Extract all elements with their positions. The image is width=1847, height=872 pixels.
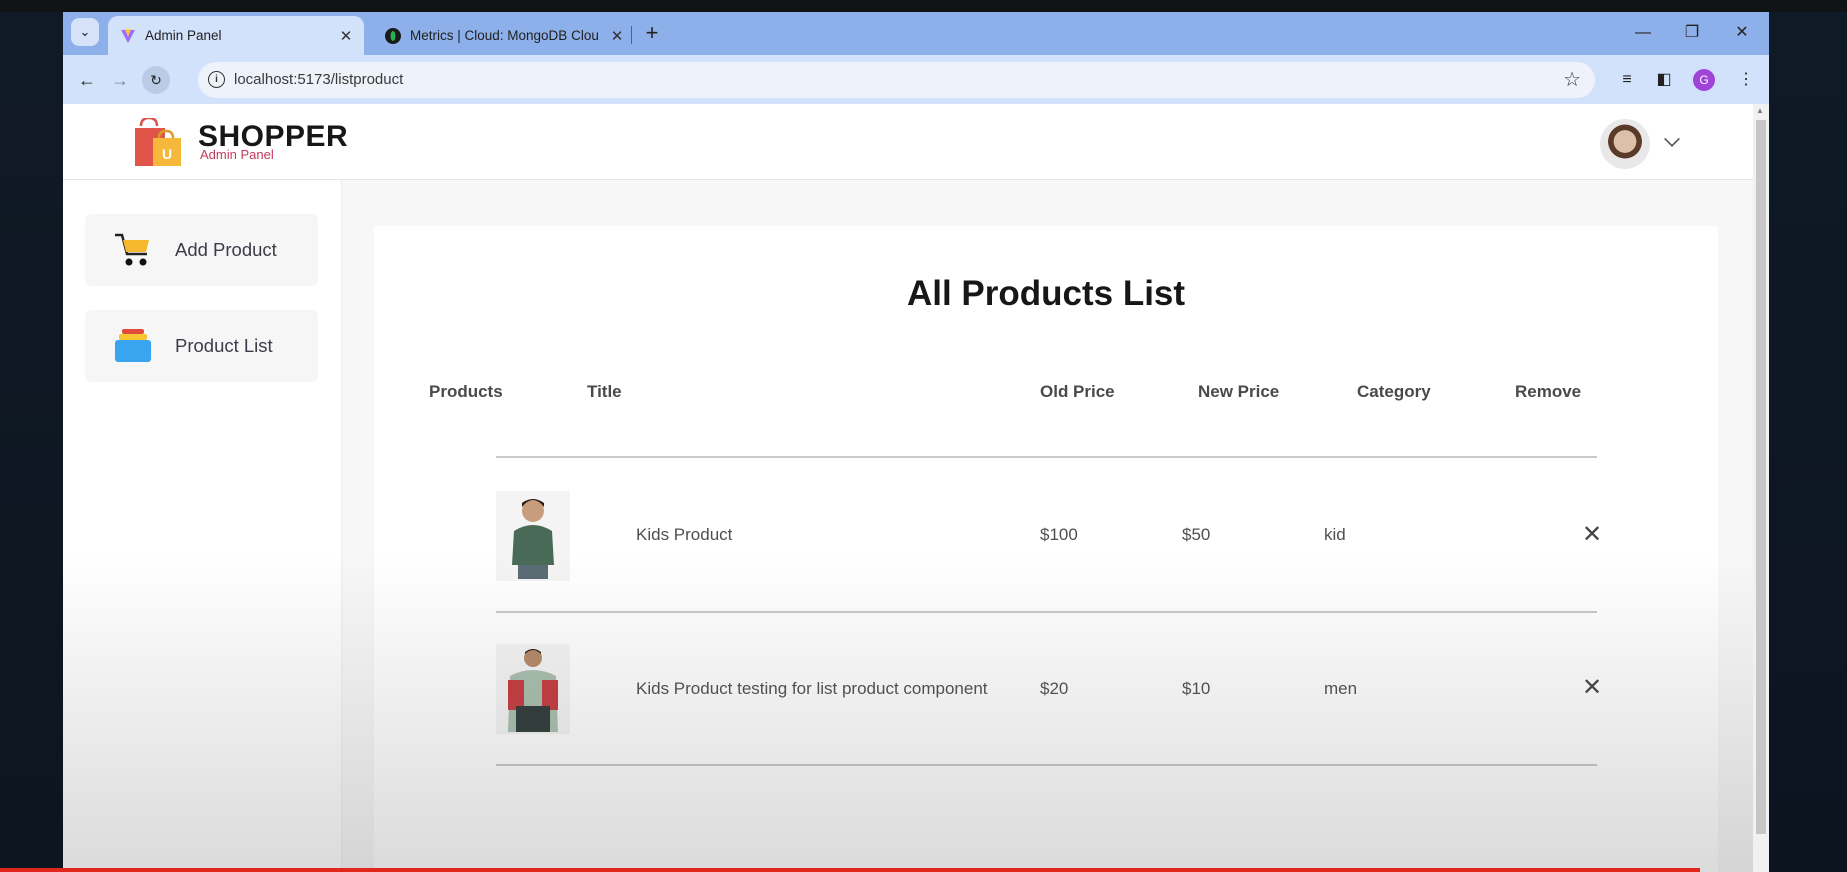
sidebar-item-product-list[interactable]: Product List bbox=[85, 310, 318, 382]
minimize-icon[interactable]: — bbox=[1623, 20, 1663, 46]
video-progress-bar[interactable] bbox=[0, 868, 1700, 872]
sidebar-item-add-product[interactable]: Add Product bbox=[85, 214, 318, 286]
remove-product-icon[interactable]: ✕ bbox=[1582, 520, 1602, 549]
tab-search-button[interactable]: ⌄ bbox=[71, 18, 99, 46]
page-title: All Products List bbox=[906, 274, 1186, 313]
product-title: Kids Product testing for list product co… bbox=[636, 679, 988, 698]
column-header-products: Products bbox=[429, 382, 503, 401]
right-backdrop bbox=[1769, 12, 1847, 872]
mongodb-leaf-icon bbox=[385, 27, 401, 44]
address-bar[interactable]: i localhost:5173/listproduct ☆ bbox=[198, 62, 1595, 98]
cart-icon bbox=[113, 230, 153, 270]
back-icon[interactable]: ← bbox=[73, 66, 101, 94]
close-tab-icon[interactable]: ✕ bbox=[336, 27, 356, 45]
product-stack-icon bbox=[113, 326, 153, 366]
svg-text:U: U bbox=[162, 146, 172, 162]
column-header-old-price: Old Price bbox=[1040, 382, 1115, 401]
vite-favicon-icon bbox=[120, 28, 136, 44]
brand-subtitle: Admin Panel bbox=[200, 147, 274, 162]
column-header-title: Title bbox=[587, 382, 622, 401]
admin-navbar: U SHOPPER Admin Panel bbox=[63, 104, 1753, 180]
restore-icon[interactable]: ❐ bbox=[1672, 20, 1712, 46]
close-tab-icon[interactable]: ✕ bbox=[607, 27, 627, 45]
new-tab-icon[interactable]: + bbox=[639, 21, 665, 47]
new-price: $10 bbox=[1182, 679, 1211, 698]
side-panel-icon[interactable]: ◧ bbox=[1652, 68, 1676, 92]
browser-menu-icon[interactable]: ⋮ bbox=[1734, 68, 1758, 92]
url-text[interactable]: localhost:5173/listproduct bbox=[234, 71, 403, 88]
column-header-category: Category bbox=[1357, 382, 1431, 401]
user-avatar[interactable] bbox=[1600, 119, 1650, 169]
sidebar-item-label: Product List bbox=[175, 335, 273, 356]
remove-product-icon[interactable]: ✕ bbox=[1582, 673, 1602, 702]
tab-title: Metrics | Cloud: MongoDB Clou bbox=[410, 28, 599, 43]
sidebar-item-label: Add Product bbox=[175, 239, 277, 260]
tab-title: Admin Panel bbox=[145, 28, 222, 43]
admin-sidebar: Add Product Product List bbox=[63, 180, 342, 872]
reload-icon[interactable]: ↻ bbox=[142, 66, 170, 94]
chevron-down-icon[interactable] bbox=[1664, 131, 1680, 147]
forward-icon[interactable]: → bbox=[106, 66, 134, 94]
scrollbar-thumb[interactable] bbox=[1756, 120, 1766, 834]
table-divider bbox=[496, 764, 1597, 766]
old-price: $20 bbox=[1040, 679, 1069, 698]
reading-list-icon[interactable]: ≡ bbox=[1615, 68, 1639, 92]
browser-toolbar: ← → ↻ i localhost:5173/listproduct ☆ ≡ ◧… bbox=[63, 55, 1769, 104]
shopping-bag-logo-icon: U bbox=[131, 116, 183, 173]
category: kid bbox=[1324, 525, 1346, 544]
category: men bbox=[1324, 679, 1358, 698]
table-divider bbox=[496, 611, 1597, 613]
profile-avatar-icon[interactable]: G bbox=[1693, 69, 1715, 91]
product-list-card: All Products List Products Title Old Pri… bbox=[374, 226, 1718, 872]
scroll-up-icon[interactable]: ▲ bbox=[1756, 106, 1764, 115]
tab-mongodb-metrics[interactable]: Metrics | Cloud: MongoDB Clou ✕ bbox=[373, 16, 635, 55]
tab-strip: ⌄ Admin Panel ✕ Metrics | Cloud: MongoDB… bbox=[63, 12, 1769, 55]
product-thumbnail-kid bbox=[496, 491, 570, 581]
screen-top-border bbox=[0, 0, 1847, 12]
table-divider bbox=[496, 456, 1597, 458]
product-title: Kids Product bbox=[636, 525, 733, 544]
column-header-remove: Remove bbox=[1515, 382, 1582, 401]
bookmark-star-icon[interactable]: ☆ bbox=[1563, 67, 1581, 92]
browser-window: ⌄ Admin Panel ✕ Metrics | Cloud: MongoDB… bbox=[63, 12, 1769, 872]
site-info-icon[interactable]: i bbox=[208, 71, 225, 88]
web-page: U SHOPPER Admin Panel Add Product Produc… bbox=[63, 104, 1753, 872]
close-window-icon[interactable]: ✕ bbox=[1722, 20, 1762, 46]
page-scrollbar[interactable]: ▲ bbox=[1753, 104, 1769, 872]
tab-separator bbox=[631, 26, 632, 44]
new-price: $50 bbox=[1182, 525, 1211, 544]
chevron-down-icon: ⌄ bbox=[79, 24, 91, 39]
left-backdrop bbox=[0, 12, 63, 872]
column-header-new-price: New Price bbox=[1198, 382, 1280, 401]
product-thumbnail-men bbox=[496, 644, 570, 734]
old-price: $100 bbox=[1040, 525, 1078, 544]
tab-admin-panel[interactable]: Admin Panel ✕ bbox=[108, 16, 364, 55]
